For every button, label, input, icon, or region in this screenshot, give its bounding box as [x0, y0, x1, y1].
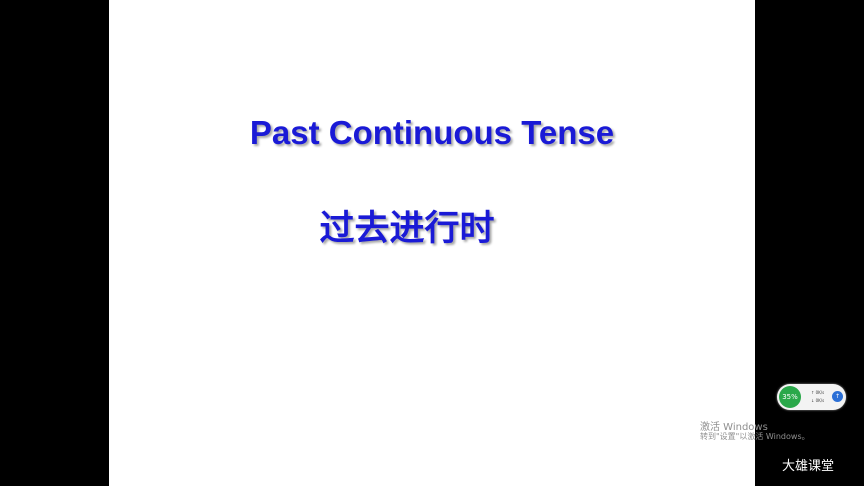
download-speed: ↓ 0K/s: [811, 398, 825, 403]
network-speed-widget[interactable]: 35% ↑ 0K/s ↓ 0K/s ↑: [777, 384, 846, 410]
windows-activation-hint: 转到"设置"以激活 Windows。: [700, 432, 810, 441]
slide-subtitle: 过去进行时: [319, 209, 495, 249]
speed-boost-icon[interactable]: ↑: [832, 391, 843, 402]
watermark-text: 大雄课堂: [782, 459, 835, 474]
presentation-slide: Past Continuous Tense 过去进行时: [109, 0, 755, 486]
cpu-usage-badge: 35%: [779, 386, 801, 408]
upload-speed: ↑ 0K/s: [811, 390, 825, 395]
slide-title: Past Continuous Tense: [249, 114, 615, 151]
screen: Past Continuous Tense 过去进行时 35% ↑ 0K/s ↓…: [0, 0, 864, 486]
